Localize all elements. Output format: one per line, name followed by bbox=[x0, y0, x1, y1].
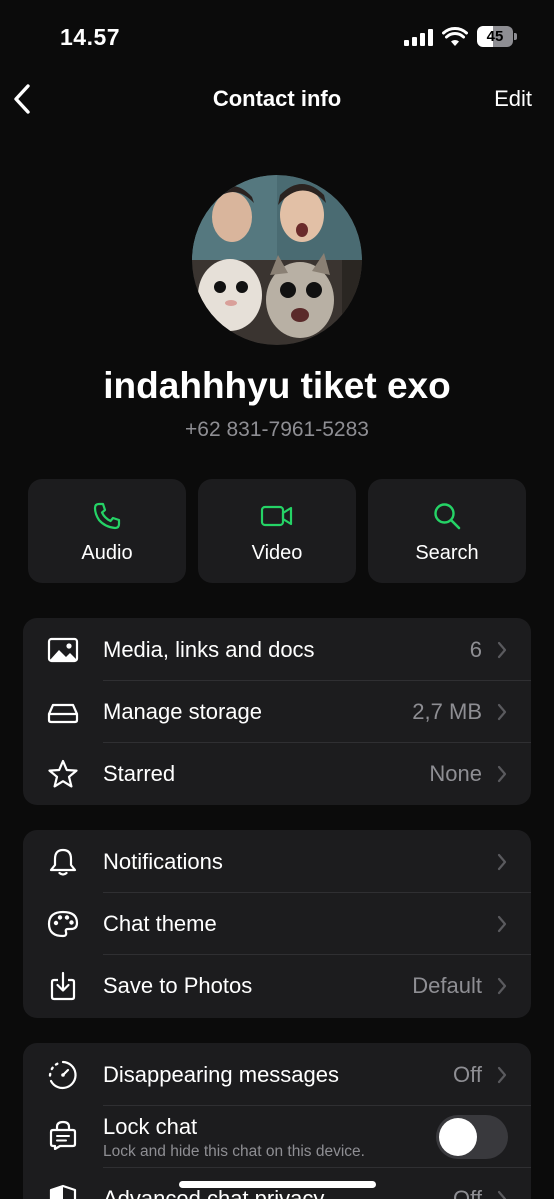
page-title: Contact info bbox=[212, 86, 342, 111]
row-value: Off bbox=[453, 1186, 482, 1199]
lock-chat-toggle[interactable] bbox=[436, 1115, 508, 1159]
row-value: 2,7 MB bbox=[412, 699, 482, 724]
row-value: 6 bbox=[469, 637, 482, 662]
row-label: Notifications bbox=[103, 849, 223, 874]
audio-label: Audio bbox=[81, 542, 133, 564]
contact-phone: +62 831-7961-5283 bbox=[185, 418, 369, 441]
chevron-right-icon bbox=[497, 641, 507, 659]
video-camera-icon bbox=[260, 505, 293, 527]
disappearing-messages-row[interactable]: Disappearing messages Off bbox=[23, 1044, 531, 1106]
cellular-signal-icon bbox=[404, 29, 434, 46]
avatar[interactable] bbox=[192, 175, 362, 345]
chat-theme-row[interactable]: Chat theme bbox=[23, 893, 531, 955]
row-value: Off bbox=[453, 1062, 482, 1087]
chevron-right-icon bbox=[497, 915, 507, 933]
image-icon bbox=[47, 637, 79, 663]
battery-level: 45 bbox=[486, 28, 504, 45]
row-value: Default bbox=[412, 973, 482, 998]
privacy-group: Disappearing messages Off Lock chat Lock… bbox=[23, 1043, 531, 1199]
storage-icon bbox=[47, 703, 79, 724]
nav-bar: Contact info Edit bbox=[0, 70, 554, 130]
download-icon bbox=[50, 971, 76, 1001]
save-to-photos-row[interactable]: Save to Photos Default bbox=[23, 955, 531, 1017]
audio-call-button[interactable]: Audio bbox=[28, 479, 186, 583]
lock-chat-row[interactable]: Lock chat Lock and hide this chat on thi… bbox=[23, 1106, 531, 1168]
status-bar: 14.57 45 bbox=[0, 0, 554, 70]
home-indicator[interactable] bbox=[179, 1181, 376, 1188]
search-icon bbox=[434, 503, 461, 530]
chevron-right-icon bbox=[497, 1190, 507, 1199]
edit-button[interactable]: Edit bbox=[494, 86, 532, 112]
row-value: None bbox=[429, 761, 482, 786]
starred-row[interactable]: Starred None bbox=[23, 743, 531, 805]
row-label: Chat theme bbox=[103, 911, 217, 936]
media-links-docs-row[interactable]: Media, links and docs 6 bbox=[23, 619, 531, 681]
row-label: Manage storage bbox=[103, 699, 262, 724]
media-storage-group: Media, links and docs 6 Manage storage 2… bbox=[23, 618, 531, 805]
notifications-row[interactable]: Notifications bbox=[23, 831, 531, 893]
search-label: Search bbox=[415, 542, 479, 564]
row-label: Save to Photos bbox=[103, 973, 253, 998]
lock-chat-sublabel: Lock and hide this chat on this device. bbox=[103, 1143, 365, 1160]
star-icon bbox=[48, 759, 78, 788]
row-label: Starred bbox=[103, 761, 176, 786]
chevron-right-icon bbox=[497, 765, 507, 783]
video-call-button[interactable]: Video bbox=[198, 479, 356, 583]
settings-group: Notifications Chat theme Save to Photos … bbox=[23, 830, 531, 1018]
bell-icon bbox=[49, 848, 77, 876]
lock-chat-label: Lock chat bbox=[103, 1114, 198, 1139]
status-time: 14.57 bbox=[60, 24, 121, 50]
row-label: Media, links and docs bbox=[103, 637, 315, 662]
battery-icon: 45 bbox=[477, 26, 517, 47]
wifi-icon bbox=[442, 27, 468, 46]
chevron-right-icon bbox=[497, 1066, 507, 1084]
manage-storage-row[interactable]: Manage storage 2,7 MB bbox=[23, 681, 531, 743]
chevron-right-icon bbox=[497, 977, 507, 995]
toggle-knob bbox=[439, 1118, 477, 1156]
video-label: Video bbox=[251, 542, 303, 564]
phone-icon bbox=[93, 502, 121, 530]
contact-name: indahhhyu tiket exo bbox=[103, 365, 451, 406]
timer-icon bbox=[48, 1060, 77, 1090]
chevron-right-icon bbox=[497, 703, 507, 721]
row-label: Disappearing messages bbox=[103, 1062, 340, 1087]
palette-icon bbox=[47, 910, 79, 938]
chevron-right-icon bbox=[497, 853, 507, 871]
shield-icon bbox=[49, 1184, 77, 1199]
lock-chat-icon bbox=[49, 1120, 77, 1150]
search-button[interactable]: Search bbox=[368, 479, 526, 583]
